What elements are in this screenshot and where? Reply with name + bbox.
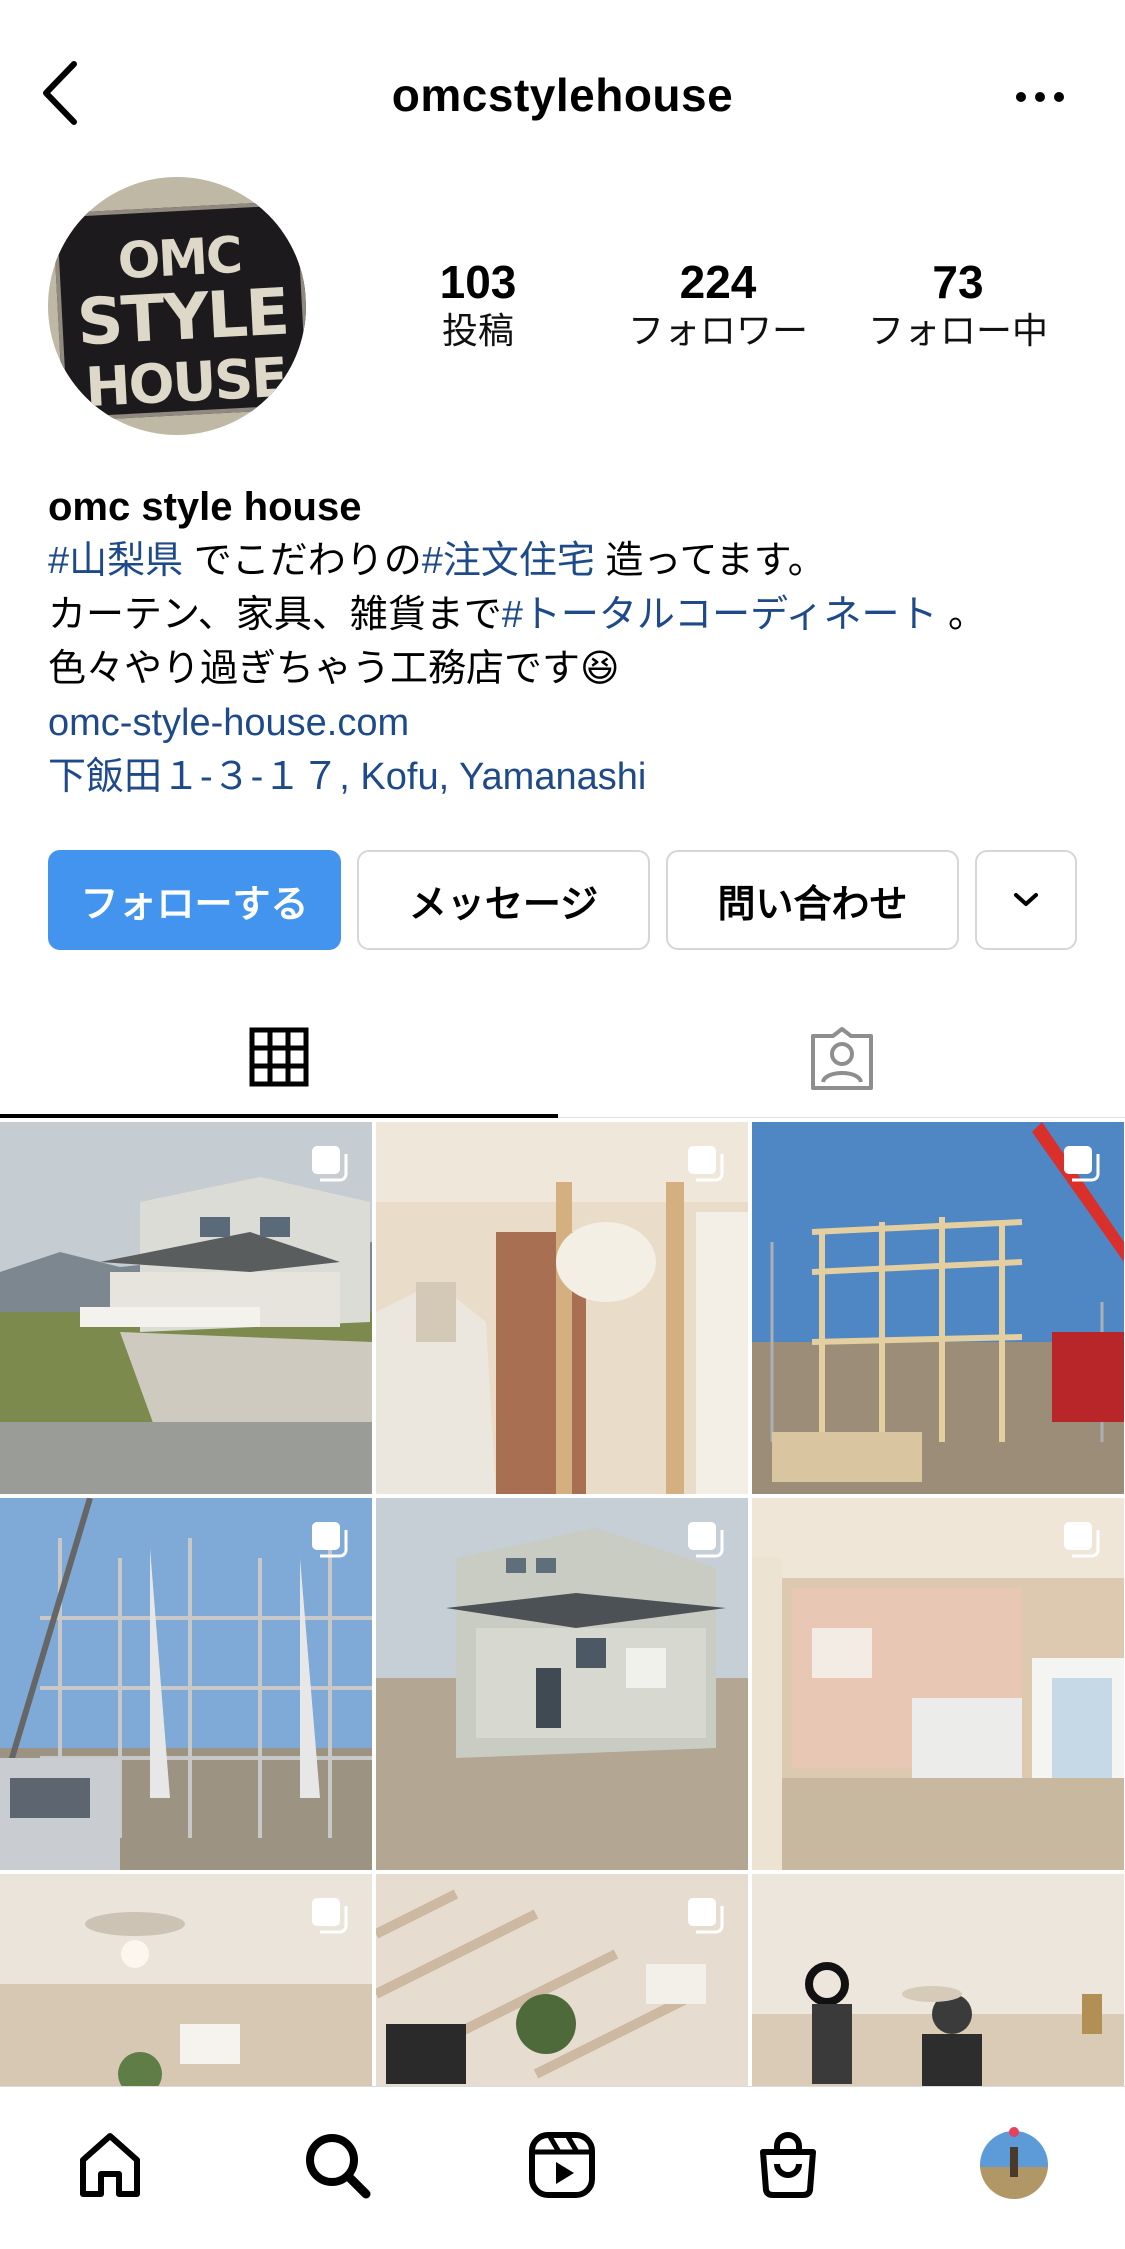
address-link[interactable]: 下飯田１-３-１７, Kofu, Yamanashi — [48, 750, 1088, 804]
multiple-posts-icon — [688, 1522, 724, 1558]
multiple-posts-icon — [688, 1898, 724, 1934]
follow-button[interactable]: フォローする — [48, 850, 341, 950]
grid-icon — [249, 1027, 309, 1087]
multiple-posts-icon — [312, 1146, 348, 1182]
reels-icon — [529, 2132, 595, 2198]
multiple-posts-icon — [1064, 1522, 1100, 1558]
stat-following-value: 73 — [932, 256, 984, 308]
stat-following-label: フォロー中 — [867, 310, 1048, 351]
post-thumbnail[interactable] — [376, 1498, 748, 1870]
logo-text-house: HOUSE — [83, 345, 288, 420]
home-icon — [80, 2133, 140, 2197]
post-thumbnail[interactable] — [752, 1122, 1124, 1494]
nav-shop[interactable] — [748, 2125, 828, 2205]
bio-text: でこだわりの — [183, 540, 422, 582]
stat-followers-value: 224 — [679, 256, 757, 308]
tagged-icon — [810, 1026, 873, 1090]
profile-bio: omc style house #山梨県 でこだわりの#注文住宅 造ってます。 … — [48, 480, 1088, 804]
profile-avatar-icon — [980, 2131, 1048, 2199]
bio-text: 。 — [937, 594, 987, 636]
contact-button[interactable]: 問い合わせ — [666, 850, 959, 950]
stat-posts-value: 103 — [439, 256, 517, 308]
profile-display-name: omc style house — [48, 485, 362, 529]
suggested-accounts-button[interactable] — [975, 850, 1077, 950]
posts-grid — [0, 1122, 1125, 2086]
laughing-emoji-icon: 😆 — [580, 648, 620, 690]
hashtag-total-coordinate[interactable]: #トータルコーディネート — [502, 594, 938, 636]
nav-profile[interactable] — [974, 2125, 1054, 2205]
more-options-button[interactable] — [1005, 72, 1075, 122]
bio-line-3: 色々やり過ぎちゃう工務店です😆 — [48, 642, 1088, 696]
bio-text: 造ってます。 — [594, 540, 826, 582]
profile-avatar[interactable]: OMC STYLE HOUSE — [48, 177, 306, 435]
stat-posts[interactable]: 103 投稿 — [368, 255, 588, 353]
post-thumbnail[interactable] — [0, 1122, 372, 1494]
bio-text: 色々やり過ぎちゃう工務店です — [48, 648, 581, 690]
notification-dot — [1009, 2127, 1019, 2137]
hashtag-yamanashi[interactable]: #山梨県 — [48, 540, 183, 582]
stat-posts-label: 投稿 — [441, 310, 514, 351]
post-thumbnail[interactable] — [0, 1874, 372, 2086]
bottom-navigation — [0, 2086, 1125, 2249]
stat-followers-label: フォロワー — [627, 310, 808, 351]
shop-icon — [760, 2132, 816, 2198]
search-icon — [306, 2134, 371, 2199]
post-thumbnail[interactable] — [0, 1498, 372, 1870]
tab-posts-grid[interactable] — [0, 1000, 558, 1118]
logo-block: OMC STYLE HOUSE — [52, 200, 306, 422]
multiple-posts-icon — [1064, 1146, 1100, 1182]
post-thumbnail[interactable] — [752, 1498, 1124, 1870]
tab-tagged[interactable] — [558, 1000, 1125, 1118]
website-link[interactable]: omc-style-house.com — [48, 696, 1088, 750]
post-thumbnail[interactable] — [376, 1874, 748, 2086]
message-button[interactable]: メッセージ — [357, 850, 650, 950]
multiple-posts-icon — [312, 1522, 348, 1558]
bio-line-1: #山梨県 でこだわりの#注文住宅 造ってます。 — [48, 534, 1088, 588]
chevron-down-icon — [1014, 893, 1038, 906]
bio-text: カーテン、家具、雑貨まで — [48, 594, 502, 636]
nav-reels[interactable] — [522, 2125, 602, 2205]
multiple-posts-icon — [312, 1898, 348, 1934]
hashtag-custom-house[interactable]: #注文住宅 — [422, 540, 595, 582]
nav-search[interactable] — [297, 2125, 377, 2205]
multiple-posts-icon — [688, 1146, 724, 1182]
more-dots-icon — [1016, 92, 1064, 102]
post-thumbnail[interactable] — [376, 1122, 748, 1494]
stat-followers[interactable]: 224 フォロワー — [608, 255, 828, 353]
bio-line-2: カーテン、家具、雑貨まで#トータルコーディネート 。 — [48, 588, 1088, 642]
header: omcstylehouse — [0, 0, 1125, 180]
stat-following[interactable]: 73 フォロー中 — [848, 255, 1068, 353]
nav-home[interactable] — [70, 2125, 150, 2205]
post-thumbnail[interactable] — [752, 1874, 1124, 2086]
profile-username: omcstylehouse — [391, 69, 734, 121]
